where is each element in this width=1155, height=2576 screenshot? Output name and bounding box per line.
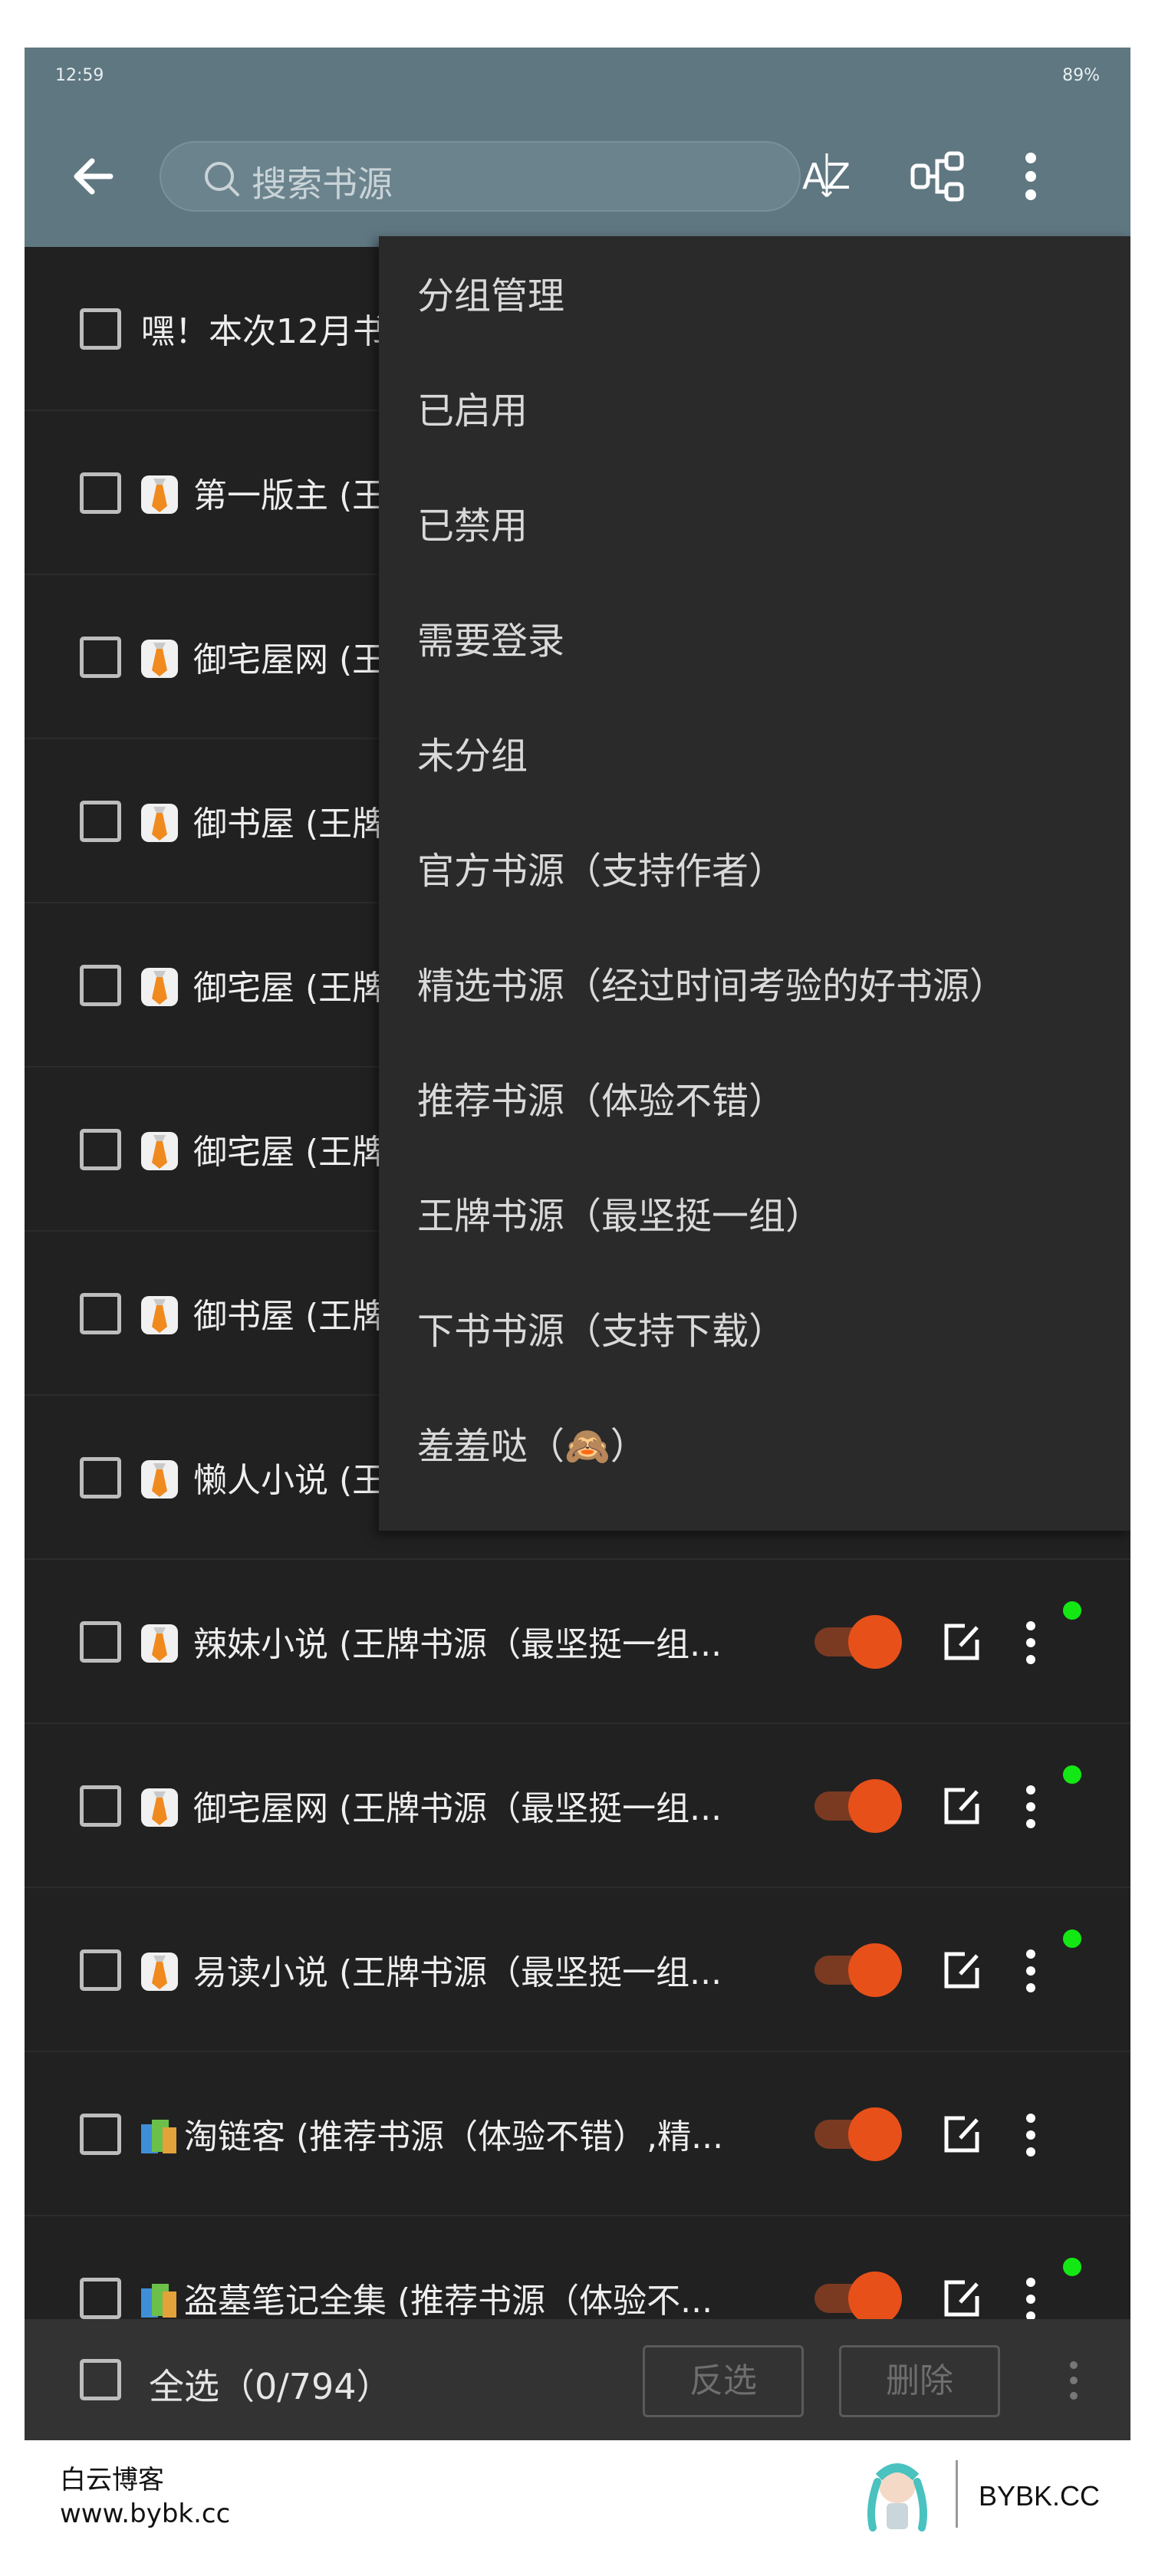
edit-icon[interactable]: [939, 1620, 985, 1666]
menu-item-official[interactable]: 官方书源（支持作者）: [417, 841, 785, 894]
tie-icon: [141, 1788, 178, 1827]
tie-icon: [141, 640, 178, 678]
delete-button[interactable]: 删除: [839, 2345, 1000, 2417]
row-label: 御宅屋网 (王: [193, 640, 387, 679]
online-dot: [1063, 1765, 1081, 1784]
back-arrow-icon[interactable]: [63, 146, 124, 207]
enable-toggle[interactable]: [814, 2107, 902, 2161]
row-checkbox[interactable]: [80, 965, 121, 1006]
watermark-url: www.bybk.cc: [60, 2499, 231, 2529]
online-dot: [1063, 1601, 1081, 1620]
selection-bar: 全选（0/794） 反选 删除: [25, 2319, 1130, 2440]
group-filter-menu: 分组管理 已启用 已禁用 需要登录 未分组 官方书源（支持作者） 精选书源（经过…: [379, 236, 1130, 1531]
menu-item-shy[interactable]: 羞羞哒（🙈）: [417, 1416, 647, 1469]
tie-icon: [141, 1953, 178, 1991]
menu-item-group-manage[interactable]: 分组管理: [417, 265, 564, 319]
row-label: 辣妹小说 (王牌书源（最坚挺一组...: [193, 1625, 722, 1664]
menu-item-ungrouped[interactable]: 未分组: [417, 725, 528, 779]
row-checkbox[interactable]: [80, 1293, 121, 1334]
tie-icon: [141, 1460, 178, 1499]
menu-item-login-required[interactable]: 需要登录: [417, 610, 564, 664]
enable-toggle[interactable]: [814, 1779, 902, 1833]
app-bar: 搜索书源 AZ: [25, 107, 1130, 247]
row-label: 嘿！本次12月书: [141, 312, 387, 351]
selection-more-icon[interactable]: [1066, 2359, 1081, 2402]
search-input[interactable]: 搜索书源: [160, 141, 801, 212]
menu-item-download[interactable]: 下书书源（支持下载）: [417, 1301, 785, 1354]
row-more-icon[interactable]: [1022, 1946, 1040, 1995]
row-checkbox[interactable]: [80, 2114, 121, 2155]
row-checkbox[interactable]: [80, 1785, 121, 1827]
tie-icon: [141, 475, 178, 514]
mascot-logo-icon: [867, 2463, 927, 2532]
menu-item-featured[interactable]: 精选书源（经过时间考验的好书源）: [417, 956, 1006, 1009]
row-label: 淘链客 (推荐书源（体验不错）,精...: [184, 2117, 724, 2157]
books-icon: [141, 2120, 176, 2153]
watermark-brand: BYBK.CC: [979, 2480, 1101, 2512]
row-checkbox[interactable]: [80, 1621, 121, 1663]
row-label: 御宅屋 (王牌: [193, 1133, 387, 1172]
status-battery: 89%: [1062, 66, 1100, 85]
row-label: 第一版主 (王: [193, 476, 387, 515]
row-label: 御书屋 (王牌: [193, 804, 387, 844]
list-item[interactable]: 易读小说 (王牌书源（最坚挺一组...: [25, 1888, 1130, 2052]
row-label: 御宅屋网 (王牌书源（最坚挺一组...: [193, 1789, 722, 1828]
edit-icon[interactable]: [939, 2112, 985, 2158]
overflow-menu-icon[interactable]: [992, 138, 1069, 215]
row-checkbox[interactable]: [80, 1949, 121, 1991]
enable-toggle[interactable]: [814, 2272, 902, 2325]
status-time: 12:59: [55, 66, 104, 85]
row-checkbox[interactable]: [80, 472, 121, 514]
search-icon: [205, 162, 239, 196]
menu-item-disabled[interactable]: 已禁用: [417, 495, 528, 549]
edit-icon[interactable]: [939, 1784, 985, 1830]
list-item[interactable]: 淘链客 (推荐书源（体验不错）,精...: [25, 2052, 1130, 2216]
group-tree-icon[interactable]: [899, 138, 976, 215]
menu-item-ace[interactable]: 王牌书源（最坚挺一组）: [417, 1186, 822, 1239]
tie-icon: [141, 1296, 178, 1334]
row-checkbox[interactable]: [80, 308, 121, 350]
row-more-icon[interactable]: [1022, 2110, 1040, 2160]
row-label: 御宅屋 (王牌: [193, 969, 387, 1008]
edit-icon[interactable]: [939, 1948, 985, 1994]
row-label: 懒人小说 (王: [193, 1461, 387, 1500]
select-all-checkbox[interactable]: [80, 2359, 121, 2400]
status-bar: 12:59 89%: [25, 48, 1130, 107]
list-item[interactable]: 御宅屋网 (王牌书源（最坚挺一组...: [25, 1724, 1130, 1888]
phone-screen: 12:59 89% 搜索书源 AZ 嘿！本次12月书 第一版主 (王 御宅屋网 …: [25, 48, 1130, 2440]
tie-icon: [141, 968, 178, 1006]
online-dot: [1063, 1930, 1081, 1948]
watermark-site-name: 白云博客: [60, 2465, 164, 2495]
edit-icon[interactable]: [939, 2276, 985, 2322]
menu-item-enabled[interactable]: 已启用: [417, 380, 528, 434]
row-checkbox[interactable]: [80, 801, 121, 842]
row-label: 盗墓笔记全集 (推荐书源（体验不...: [184, 2282, 713, 2321]
menu-item-recommended[interactable]: 推荐书源（体验不错）: [417, 1071, 785, 1124]
row-checkbox[interactable]: [80, 2278, 121, 2319]
row-checkbox[interactable]: [80, 637, 121, 678]
row-label: 御书屋 (王牌: [193, 1297, 387, 1336]
watermark-divider: [956, 2460, 958, 2528]
row-checkbox[interactable]: [80, 1457, 121, 1499]
row-label: 易读小说 (王牌书源（最坚挺一组...: [193, 1953, 722, 1992]
books-icon: [141, 2284, 176, 2318]
invert-selection-button[interactable]: 反选: [643, 2345, 804, 2417]
list-item[interactable]: 辣妹小说 (王牌书源（最坚挺一组...: [25, 1560, 1130, 1724]
row-more-icon[interactable]: [1022, 1782, 1040, 1831]
sort-az-icon[interactable]: AZ: [788, 138, 865, 215]
row-more-icon[interactable]: [1022, 2275, 1040, 2324]
enable-toggle[interactable]: [814, 1615, 902, 1669]
row-more-icon[interactable]: [1022, 1618, 1040, 1667]
row-checkbox[interactable]: [80, 1129, 121, 1170]
enable-toggle[interactable]: [814, 1943, 902, 1997]
select-all-label: 全选（0/794）: [149, 2366, 392, 2407]
online-dot: [1063, 2258, 1081, 2276]
tie-icon: [141, 1132, 178, 1170]
tie-icon: [141, 804, 178, 842]
tie-icon: [141, 1624, 178, 1663]
search-placeholder: 搜索书源: [252, 163, 393, 205]
